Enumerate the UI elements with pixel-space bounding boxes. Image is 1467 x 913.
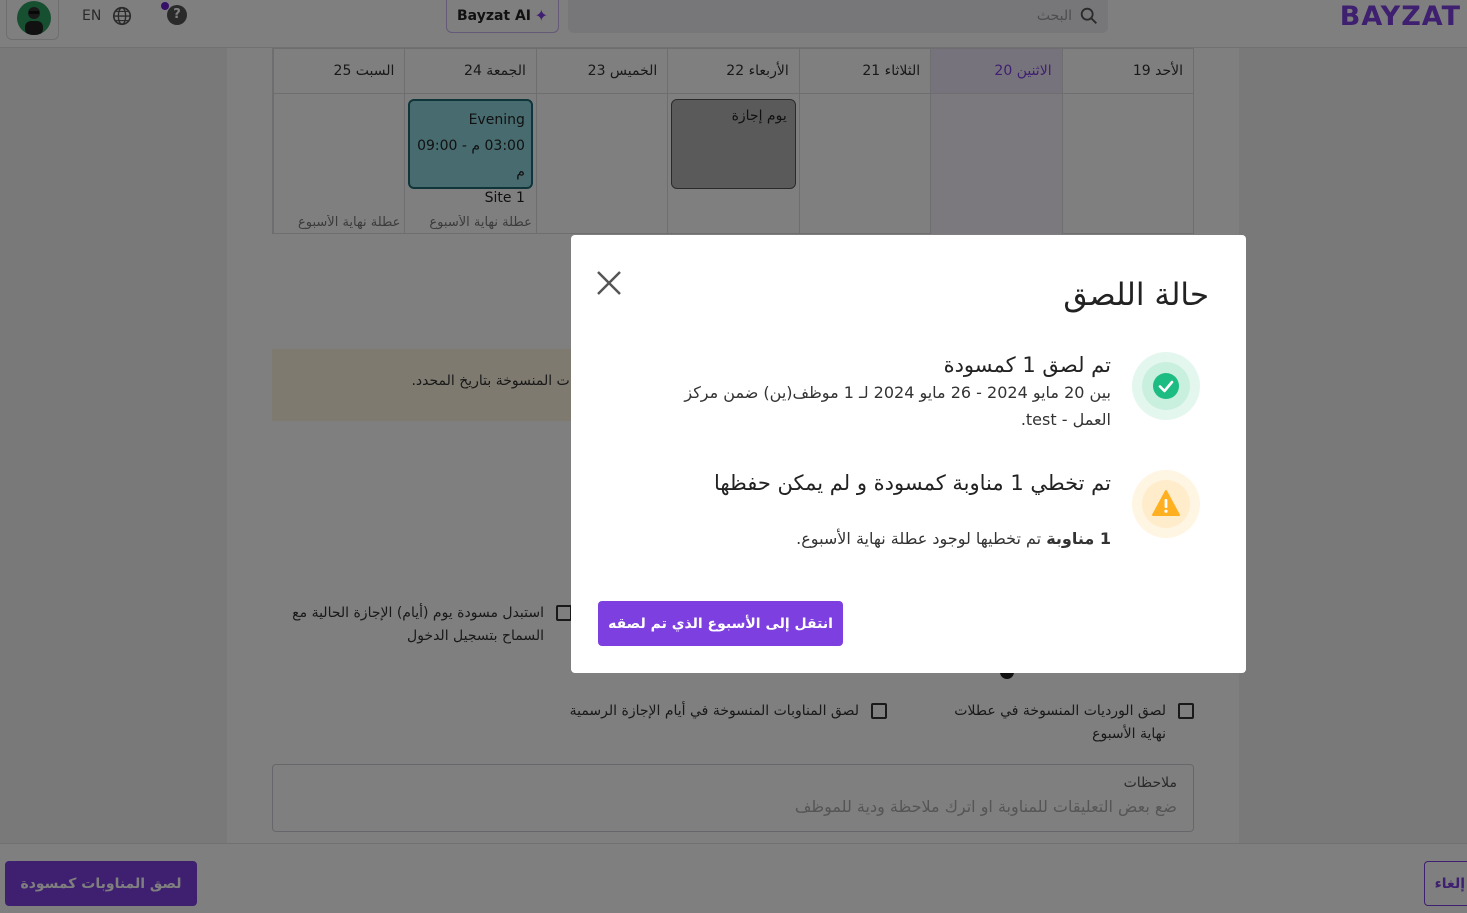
- warning-status: تم تخطي 1 مناوبة كمسودة و لم يمكن حفظها …: [651, 471, 1111, 552]
- check-icon: [1158, 380, 1174, 393]
- skipped-count: 1 مناوبة: [1046, 529, 1111, 548]
- warning-icon-wrap: [1132, 470, 1200, 538]
- success-description: بين 20 مايو 2024 - 26 مايو 2024 لـ 1 موظ…: [684, 383, 1111, 429]
- warning-description: 1 مناوبة تم تخطيها لوجود عطلة نهاية الأس…: [651, 525, 1111, 552]
- success-icon-wrap: [1132, 352, 1200, 420]
- dialog-title: حالة اللصق: [1063, 277, 1209, 313]
- warning-icon: [1152, 490, 1180, 516]
- paste-status-dialog: حالة اللصق تم لصق 1 كمسودة بين 20 مايو 2…: [571, 235, 1246, 673]
- go-to-pasted-week-button[interactable]: انتقل إلى الأسبوع الذي تم لصقه: [598, 601, 843, 646]
- success-status: تم لصق 1 كمسودة بين 20 مايو 2024 - 26 ما…: [651, 353, 1111, 433]
- skipped-reason: تم تخطيها لوجود عطلة نهاية الأسبوع.: [796, 529, 1042, 548]
- close-icon[interactable]: [593, 267, 625, 299]
- warning-title: تم تخطي 1 مناوبة كمسودة و لم يمكن حفظها: [713, 471, 1111, 495]
- success-title: تم لصق 1 كمسودة: [943, 353, 1111, 377]
